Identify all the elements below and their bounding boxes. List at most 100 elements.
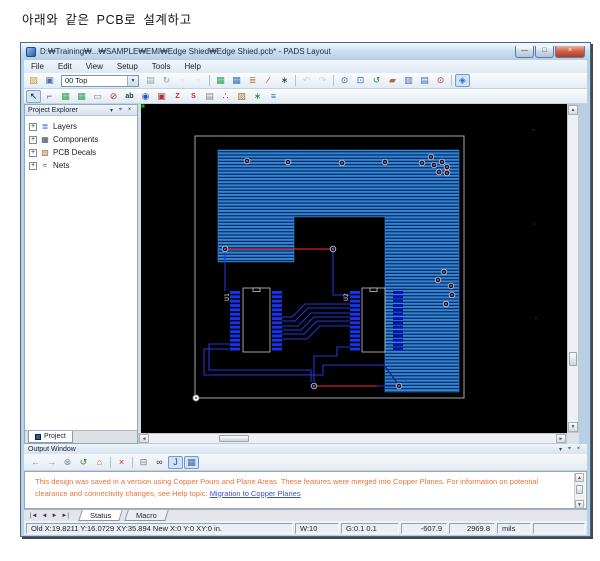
find-icon[interactable]: ∞ xyxy=(152,456,167,469)
print-icon[interactable]: ⊟ xyxy=(136,456,151,469)
design-canvas[interactable]: U1 U2 xyxy=(141,104,567,433)
scroll-down-icon[interactable]: ▼ xyxy=(568,422,578,432)
brush-icon[interactable]: ▰ xyxy=(385,74,400,87)
next-tab-icon[interactable]: ► xyxy=(51,513,57,519)
project-tab-icon xyxy=(35,434,41,440)
menu-view[interactable]: View xyxy=(79,60,110,73)
tab-project[interactable]: Project xyxy=(28,431,73,443)
tree-item-layers[interactable]: + ≣ Layers xyxy=(25,120,137,133)
migration-help-link[interactable]: Migration to Copper Planes xyxy=(210,489,301,498)
scroll-down-icon[interactable]: ▼ xyxy=(575,500,584,509)
menu-setup[interactable]: Setup xyxy=(110,60,145,73)
layer-selector[interactable]: 00 Top ▼ xyxy=(61,75,139,87)
chevron-down-icon[interactable]: ▾ xyxy=(556,446,565,453)
close-icon[interactable]: × xyxy=(125,107,134,113)
prev-tab-icon[interactable]: ◄ xyxy=(42,513,48,519)
autorouter-icon[interactable]: ∗ xyxy=(277,74,292,87)
verify-design-icon[interactable]: ◈ xyxy=(455,74,470,87)
layers-icon[interactable]: ≣ xyxy=(245,74,260,87)
zoom-icon[interactable]: ⊙ xyxy=(337,74,352,87)
expand-plus-icon[interactable]: + xyxy=(29,162,37,170)
copper-pour-icon[interactable]: ◉ xyxy=(138,90,153,103)
keepout-icon[interactable]: ▦ xyxy=(74,90,89,103)
output-vertical-scrollbar[interactable]: ▲ ▼ xyxy=(574,473,585,509)
close-icon[interactable]: × xyxy=(574,446,583,452)
stop-icon[interactable]: ⊗ xyxy=(60,456,75,469)
chevron-down-icon[interactable]: ▼ xyxy=(127,76,138,86)
back-icon[interactable]: ← xyxy=(28,456,43,469)
scroll-up-icon[interactable]: ▲ xyxy=(575,473,584,482)
expand-plus-icon[interactable]: + xyxy=(29,136,37,144)
redraw-icon[interactable]: ↻ xyxy=(159,74,174,87)
redo-icon[interactable]: ↷ xyxy=(315,74,330,87)
expand-plus-icon[interactable]: + xyxy=(29,123,37,131)
scroll-up-icon[interactable]: ▲ xyxy=(568,105,578,115)
tab-status[interactable]: Status xyxy=(78,510,123,521)
archive-icon[interactable]: ▨ xyxy=(234,90,249,103)
net-lines-icon[interactable]: ≡ xyxy=(266,90,281,103)
menu-file[interactable]: File xyxy=(24,60,51,73)
ic-u1-body[interactable] xyxy=(243,288,270,352)
tree-item-nets[interactable]: + ≈ Nets xyxy=(25,159,137,172)
select-icon[interactable]: ↖ xyxy=(26,90,41,103)
drafting-icon[interactable]: ⌐ xyxy=(42,90,57,103)
vscroll-thumb[interactable] xyxy=(569,352,577,366)
tree-item-label: Components xyxy=(53,135,98,144)
copy-icon[interactable]: ▫ xyxy=(191,74,206,87)
properties-icon[interactable]: ▤ xyxy=(143,74,158,87)
menu-edit[interactable]: Edit xyxy=(51,60,79,73)
undo-icon[interactable]: ↶ xyxy=(299,74,314,87)
display-colors-icon[interactable]: ▦ xyxy=(213,74,228,87)
open-icon[interactable]: ▨ xyxy=(26,74,41,87)
copy-doc-icon[interactable]: ▭ xyxy=(90,90,105,103)
project-tab-label: Project xyxy=(44,433,66,440)
menu-help[interactable]: Help xyxy=(177,60,207,73)
route-s-icon[interactable]: S xyxy=(186,90,201,103)
zoom-window-icon[interactable]: ⊡ xyxy=(353,74,368,87)
scroll-left-icon[interactable]: ◄ xyxy=(139,434,149,443)
save-icon[interactable]: ▣ xyxy=(42,74,57,87)
decal-icon[interactable]: ▣ xyxy=(154,90,169,103)
ic-u2-body[interactable] xyxy=(362,288,385,352)
first-tab-icon[interactable]: |◄ xyxy=(30,513,38,519)
script-icon[interactable]: J xyxy=(168,456,183,469)
chevron-down-icon[interactable]: ▾ xyxy=(107,107,116,114)
circle-slash-icon[interactable]: ⊘ xyxy=(106,90,121,103)
minimize-button[interactable]: — xyxy=(515,46,534,58)
last-tab-icon[interactable]: ►| xyxy=(61,513,69,519)
pin-icon[interactable]: ⌖ xyxy=(565,446,574,453)
mixed-plan-icon[interactable]: ∗ xyxy=(250,90,265,103)
sheet-view-icon[interactable]: ▥ xyxy=(401,74,416,87)
menu-tools[interactable]: Tools xyxy=(145,60,178,73)
expand-plus-icon[interactable]: + xyxy=(29,149,37,157)
refresh-icon[interactable]: ↺ xyxy=(76,456,91,469)
hscroll-thumb[interactable] xyxy=(219,435,249,442)
scroll-right-icon[interactable]: ► xyxy=(556,434,566,443)
restore-button[interactable]: □ xyxy=(535,46,554,58)
tree-item-pcb-decals[interactable]: + ▧ PCB Decals xyxy=(25,146,137,159)
board-redraw-icon[interactable]: ↺ xyxy=(369,74,384,87)
grid-view-icon[interactable]: ▦ xyxy=(184,456,199,469)
panel-tabstrip: Project xyxy=(25,430,137,443)
clear-icon[interactable]: × xyxy=(114,456,129,469)
grid-icon[interactable]: ▦ xyxy=(229,74,244,87)
cut-icon[interactable]: ▫ xyxy=(175,74,190,87)
forward-icon[interactable]: → xyxy=(44,456,59,469)
close-button[interactable]: × xyxy=(555,46,585,58)
pin-icon[interactable]: ⌖ xyxy=(116,107,125,114)
home-icon[interactable]: ⌂ xyxy=(92,456,107,469)
tree-item-components[interactable]: + ▦ Components xyxy=(25,133,137,146)
add-route-icon[interactable]: ∕ xyxy=(261,74,276,87)
note-icon[interactable]: ▤ xyxy=(202,90,217,103)
titlebar[interactable]: D:₩Training₩...₩SAMPLE₩EMI₩Edge Shied₩Ed… xyxy=(21,43,590,60)
board-outline-icon[interactable]: ▦ xyxy=(58,90,73,103)
output-vscroll-thumb[interactable] xyxy=(576,485,583,494)
canvas-horizontal-scrollbar[interactable]: ◄ ► xyxy=(138,433,567,444)
dot-grid-icon[interactable]: ∴ xyxy=(218,90,233,103)
tab-macro[interactable]: Macro xyxy=(124,510,168,521)
zoom-selection-icon[interactable]: ⊙ xyxy=(433,74,448,87)
route-z-icon[interactable]: Z xyxy=(170,90,185,103)
board-view-icon[interactable]: ▤ xyxy=(417,74,432,87)
canvas-vertical-scrollbar[interactable]: ▲ ▼ xyxy=(567,104,579,433)
text-icon[interactable]: ab xyxy=(122,90,137,103)
